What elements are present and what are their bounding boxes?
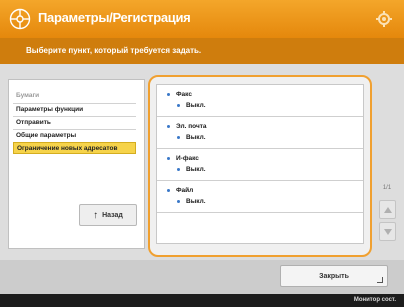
- close-button-label: Закрыть: [319, 272, 349, 280]
- settings-list-panel: Факс Выкл. Эл. почта Выкл. И-факс Выкл. …: [148, 75, 372, 257]
- instruction-text: Выберите пункт, который требуется задать…: [0, 38, 404, 64]
- settings-wheel-icon: [9, 8, 31, 30]
- menu-item-common-settings[interactable]: Общие параметры: [13, 129, 136, 141]
- setting-value: Выкл.: [186, 198, 206, 205]
- bullet-icon: [177, 200, 180, 203]
- footer: Закрыть: [0, 260, 404, 294]
- setting-fax[interactable]: Факс Выкл.: [157, 85, 363, 117]
- setting-file[interactable]: Файл Выкл.: [157, 181, 363, 213]
- page-title: Параметры/Регистрация: [38, 10, 191, 25]
- setting-label: И-факс: [176, 155, 199, 162]
- setting-value: Выкл.: [186, 134, 206, 141]
- setting-label: Файл: [176, 187, 194, 194]
- menu-item-paper[interactable]: Бумаги: [13, 90, 136, 102]
- bullet-icon: [167, 157, 170, 160]
- setting-label: Факс: [176, 91, 192, 98]
- bullet-icon: [167, 125, 170, 128]
- bullet-icon: [177, 104, 180, 107]
- scroll-down-button[interactable]: [379, 222, 396, 241]
- setting-ifax[interactable]: И-факс Выкл.: [157, 149, 363, 181]
- bullet-icon: [167, 93, 170, 96]
- setting-value: Выкл.: [186, 166, 206, 173]
- menu-item-send[interactable]: Отправить: [13, 116, 136, 128]
- gear-icon[interactable]: [375, 10, 393, 28]
- title-bar: Параметры/Регистрация: [0, 0, 404, 38]
- setting-email[interactable]: Эл. почта Выкл.: [157, 117, 363, 149]
- menu-panel: Бумаги Параметры функции Отправить Общие…: [8, 79, 145, 249]
- scroll-controls: 1/1: [375, 180, 399, 250]
- settings-list: Факс Выкл. Эл. почта Выкл. И-факс Выкл. …: [156, 84, 364, 244]
- setting-label: Эл. почта: [176, 123, 207, 130]
- scroll-up-button[interactable]: [379, 200, 396, 219]
- menu-item-restrict-new-destinations[interactable]: Ограничение новых адресатов: [13, 142, 136, 154]
- status-monitor-button[interactable]: Монитор сост.: [354, 297, 396, 303]
- setting-value: Выкл.: [186, 102, 206, 109]
- bullet-icon: [177, 136, 180, 139]
- back-arrow-icon: ↑: [93, 209, 99, 221]
- bullet-icon: [167, 189, 170, 192]
- page-counter: 1/1: [382, 185, 392, 191]
- main-content: Бумаги Параметры функции Отправить Общие…: [0, 64, 404, 260]
- status-bar: Монитор сост.: [0, 294, 404, 307]
- close-button[interactable]: Закрыть: [280, 265, 388, 287]
- back-button[interactable]: ↑ Назад: [79, 204, 137, 226]
- back-button-label: Назад: [102, 211, 123, 219]
- chevron-up-icon: [383, 206, 392, 213]
- chevron-down-icon: [383, 228, 392, 235]
- bullet-icon: [177, 168, 180, 171]
- menu-item-function-settings[interactable]: Параметры функции: [13, 103, 136, 115]
- corner-mark-icon: [377, 277, 383, 283]
